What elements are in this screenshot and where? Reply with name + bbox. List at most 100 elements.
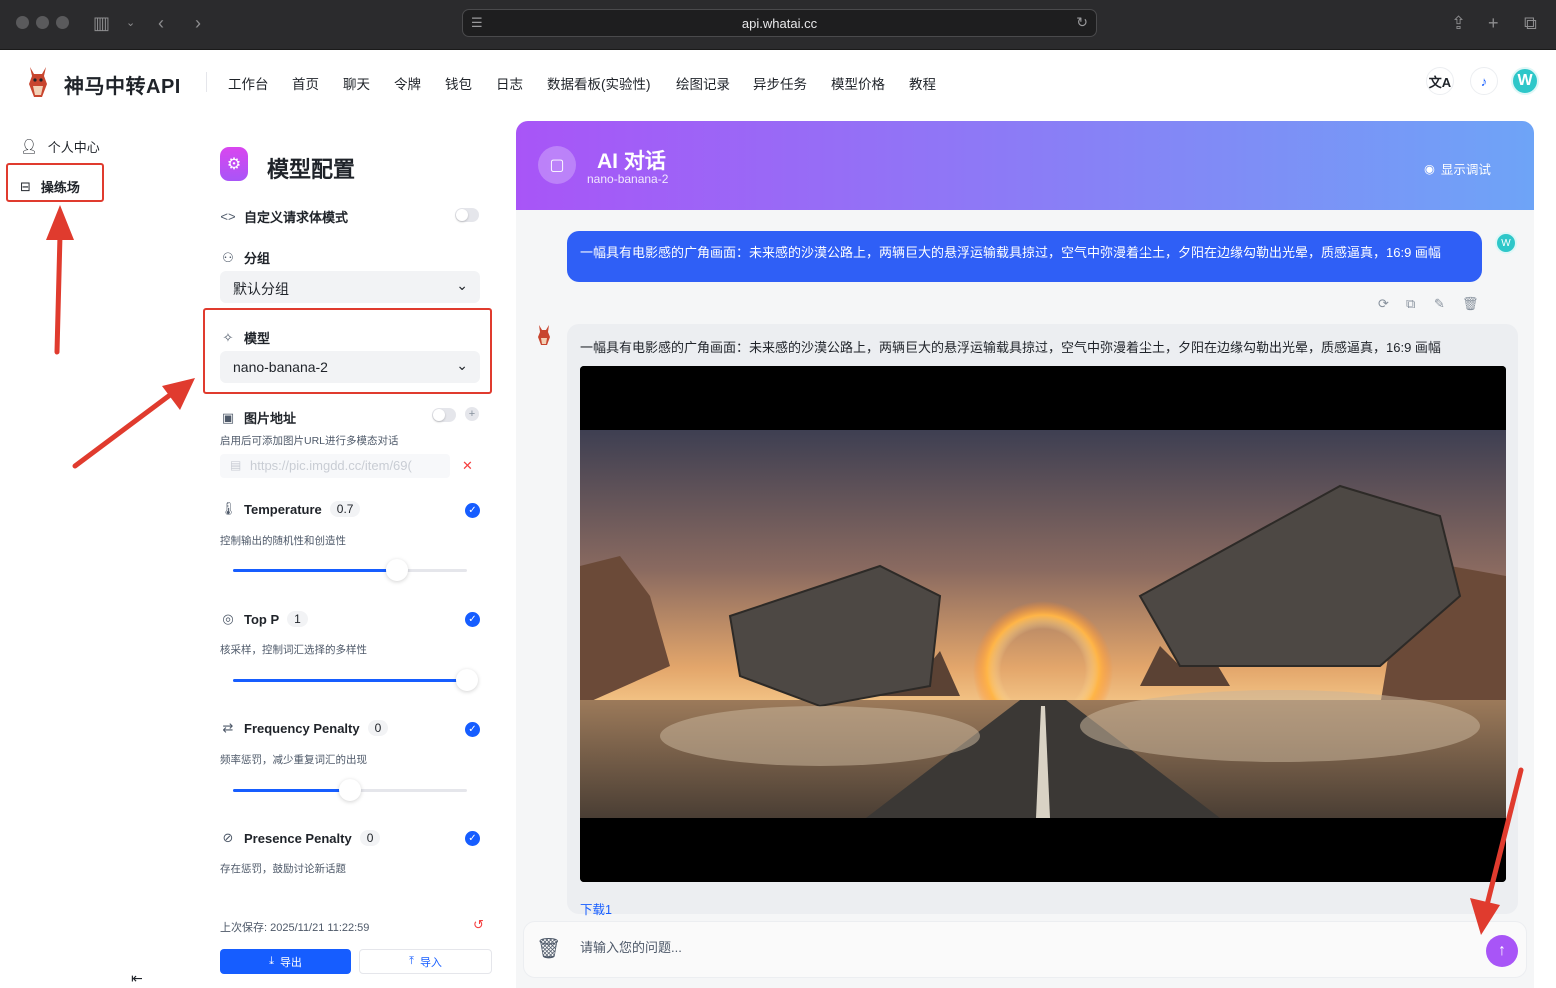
new-tab-icon[interactable]: + bbox=[1488, 11, 1499, 35]
sidebar-toggle-icon[interactable]: ▥ bbox=[93, 11, 110, 35]
close-window-button[interactable] bbox=[16, 16, 29, 29]
nav-drawing-records[interactable]: 绘图记录 bbox=[676, 73, 730, 93]
minimize-window-button[interactable] bbox=[36, 16, 49, 29]
message-input[interactable] bbox=[580, 940, 1460, 955]
export-button[interactable]: ⤓ 导出 bbox=[220, 949, 351, 974]
annotation-arrowhead-model bbox=[162, 378, 195, 410]
share-icon[interactable]: ⇪ bbox=[1451, 11, 1466, 35]
generated-image[interactable] bbox=[580, 366, 1506, 882]
top-p-slider[interactable] bbox=[233, 669, 478, 691]
temperature-slider[interactable] bbox=[233, 559, 467, 581]
import-button[interactable]: ⤒ 导入 bbox=[359, 949, 492, 974]
slider-fill bbox=[233, 569, 397, 572]
chevron-down-icon[interactable]: ⌄ bbox=[126, 11, 135, 35]
chat-panel: ▢ AI 对话 nano-banana-2 ◉ 显示调试 一幅具有电影感的广角画… bbox=[516, 121, 1534, 988]
clear-chat-icon[interactable]: 🗑︎ bbox=[536, 936, 561, 961]
nav-chat[interactable]: 聊天 bbox=[343, 73, 370, 93]
nav-model-pricing[interactable]: 模型价格 bbox=[831, 73, 885, 93]
message-composer: 🗑︎ ↑ bbox=[523, 921, 1527, 978]
generated-image-picture bbox=[580, 366, 1506, 882]
reset-icon[interactable]: ↺ bbox=[473, 917, 484, 933]
config-title: 模型配置 bbox=[267, 157, 356, 182]
address-bar[interactable]: ☰ api.whatai.cc ↻ bbox=[462, 9, 1097, 37]
frequency-penalty-enabled-checkbox[interactable]: ✓ bbox=[465, 722, 480, 737]
nav-workbench[interactable]: 工作台 bbox=[228, 73, 269, 93]
reload-icon[interactable]: ↻ bbox=[1076, 14, 1088, 31]
copy-icon[interactable]: ⧉ bbox=[1406, 296, 1415, 312]
annotation-box-model bbox=[203, 308, 492, 394]
forward-icon[interactable]: › bbox=[195, 11, 201, 35]
image-url-input[interactable]: ▤ https://pic.imgdd.cc/item/69( bbox=[220, 454, 450, 478]
slider-thumb[interactable] bbox=[339, 779, 361, 801]
nav-home[interactable]: 首页 bbox=[292, 73, 319, 93]
show-debug-label: 显示调试 bbox=[1440, 163, 1491, 177]
image-url-toggle[interactable] bbox=[432, 408, 456, 422]
annotation-arrow-model bbox=[72, 392, 173, 469]
nav-dashboard[interactable]: 数据看板(实验性) bbox=[547, 73, 651, 93]
add-image-url-button[interactable]: + bbox=[465, 407, 479, 421]
frequency-penalty-text: Frequency Penalty bbox=[244, 720, 360, 736]
temperature-text: Temperature bbox=[244, 501, 322, 517]
frequency-penalty-value: 0 bbox=[367, 720, 389, 736]
frequency-penalty-slider[interactable] bbox=[233, 779, 467, 801]
annotation-box-playground bbox=[6, 163, 104, 202]
user-message-avatar: W bbox=[1495, 232, 1517, 254]
show-debug-button[interactable]: ◉ 显示调试 bbox=[1424, 159, 1491, 178]
frequency-penalty-hint: 频率惩罚，减少重复词汇的出现 bbox=[220, 754, 367, 766]
presence-penalty-hint: 存在惩罚，鼓励讨论新话题 bbox=[220, 863, 346, 875]
edit-icon[interactable]: ✎ bbox=[1434, 296, 1445, 312]
nav-divider bbox=[206, 72, 207, 92]
tabs-overview-icon[interactable]: ⧉ bbox=[1524, 11, 1537, 35]
zoom-window-button[interactable] bbox=[56, 16, 69, 29]
translate-icon[interactable]: 文A bbox=[1426, 67, 1454, 95]
brand-name[interactable]: 神马中转API bbox=[64, 70, 181, 99]
nav-tutorial[interactable]: 教程 bbox=[909, 73, 936, 93]
download-icon: ⤓ bbox=[269, 955, 274, 967]
nav-async-tasks[interactable]: 异步任务 bbox=[753, 73, 807, 93]
assistant-message-text: 一幅具有电影感的广角画面：未来感的沙漠公路上，两辆巨大的悬浮运输载具掠过，空气中… bbox=[580, 340, 1441, 355]
nav-logs[interactable]: 日志 bbox=[496, 73, 523, 93]
collapse-sidebar-icon[interactable]: ⇤ bbox=[131, 970, 143, 987]
bell-icon[interactable]: ♪ bbox=[1470, 67, 1498, 95]
image-url-text: 图片地址 bbox=[244, 411, 297, 426]
code-icon: <> bbox=[220, 209, 236, 224]
temperature-enabled-checkbox[interactable]: ✓ bbox=[465, 503, 480, 518]
arrow-up-icon: ↑ bbox=[1498, 942, 1506, 959]
top-p-enabled-checkbox[interactable]: ✓ bbox=[465, 612, 480, 627]
slider-fill bbox=[233, 679, 467, 682]
frequency-penalty-label: ⇄ Frequency Penalty 0 bbox=[220, 720, 389, 736]
horse-logo-icon[interactable] bbox=[20, 64, 56, 100]
user-icon: 👤︎ bbox=[20, 138, 38, 154]
thermometer-icon: 🌡︎ bbox=[220, 501, 237, 516]
custom-mode-text: 自定义请求体模式 bbox=[244, 210, 349, 225]
slider-fill bbox=[233, 789, 350, 792]
gear-icon: ⚙ bbox=[220, 147, 248, 181]
slider-thumb[interactable] bbox=[386, 559, 408, 581]
nav-wallet[interactable]: 钱包 bbox=[445, 73, 472, 93]
nav-tokens[interactable]: 令牌 bbox=[394, 73, 421, 93]
clear-image-url-icon[interactable]: ✕ bbox=[462, 458, 473, 474]
user-avatar[interactable]: W bbox=[1511, 67, 1539, 95]
custom-mode-toggle[interactable] bbox=[455, 208, 479, 222]
sidebar-item-profile[interactable]: 👤︎ 个人中心 bbox=[20, 137, 100, 156]
users-icon: ⚇ bbox=[222, 249, 234, 265]
group-value: 默认分组 bbox=[233, 281, 289, 297]
sidebar-item-label: 个人中心 bbox=[47, 140, 100, 155]
chat-title: AI 对话 bbox=[597, 150, 666, 173]
chat-model-name: nano-banana-2 bbox=[587, 172, 669, 186]
retry-icon[interactable]: ⟳ bbox=[1378, 296, 1389, 312]
back-icon[interactable]: ‹ bbox=[158, 11, 164, 35]
ban-icon: ⊘ bbox=[222, 830, 234, 845]
browser-chrome: ▥ ⌄ ‹ › ☰ api.whatai.cc ↻ ⇪ + ⧉ bbox=[0, 0, 1556, 50]
target-icon: ◎ bbox=[222, 611, 234, 626]
annotation-arrowhead-playground bbox=[46, 205, 74, 240]
download-image-link[interactable]: 下载1 bbox=[580, 899, 612, 918]
send-button[interactable]: ↑ bbox=[1486, 935, 1518, 967]
group-select[interactable]: 默认分组 ⌄ bbox=[220, 271, 480, 303]
slider-thumb[interactable] bbox=[456, 669, 478, 691]
bot-avatar-icon bbox=[538, 325, 550, 345]
group-label: ⚇ 分组 bbox=[220, 248, 270, 267]
presence-penalty-enabled-checkbox[interactable]: ✓ bbox=[465, 831, 480, 846]
delete-message-icon[interactable]: 🗑︎ bbox=[1462, 296, 1479, 312]
annotation-arrow-playground bbox=[54, 232, 63, 355]
